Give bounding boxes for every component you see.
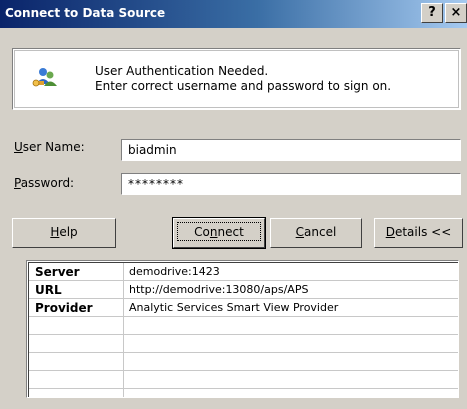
help-title-button[interactable]: ? — [421, 3, 443, 23]
cancel-button[interactable]: Cancel — [270, 218, 362, 248]
connection-details-table: Server demodrive:1423 URL http://demodri… — [26, 260, 459, 398]
detail-value: Analytic Services Smart View Provider — [129, 301, 339, 314]
detail-key: URL — [35, 283, 62, 297]
connect-button[interactable]: Connect — [172, 217, 266, 249]
detail-key: Provider — [35, 301, 93, 315]
table-row: URL http://demodrive:13080/aps/APS — [29, 281, 458, 299]
table-row — [29, 371, 458, 389]
table-row — [29, 317, 458, 335]
details-toggle-button[interactable]: Details << — [374, 218, 463, 248]
password-input[interactable]: ******** — [121, 173, 461, 195]
dialog-title: Connect to Data Source — [5, 6, 166, 20]
password-label: Password: — [14, 176, 75, 190]
table-row: Server demodrive:1423 — [29, 263, 458, 281]
table-row — [29, 353, 458, 371]
connect-dialog: Connect to Data Source ? × User Authenti… — [0, 0, 467, 409]
detail-value: demodrive:1423 — [129, 265, 220, 278]
user-name-input[interactable]: biadmin — [121, 139, 461, 161]
title-bar[interactable]: Connect to Data Source ? × — [0, 0, 467, 28]
table-row — [29, 335, 458, 353]
help-button[interactable]: Help — [12, 218, 116, 248]
users-key-icon — [32, 68, 57, 87]
detail-key: Server — [35, 265, 80, 279]
detail-value: http://demodrive:13080/aps/APS — [129, 283, 309, 296]
table-row: Provider Analytic Services Smart View Pr… — [29, 299, 458, 317]
user-name-label: User Name: — [14, 140, 85, 154]
message-heading: User Authentication Needed. — [95, 64, 269, 78]
message-instruction: Enter correct username and password to s… — [95, 79, 392, 93]
close-button[interactable]: × — [445, 3, 467, 23]
